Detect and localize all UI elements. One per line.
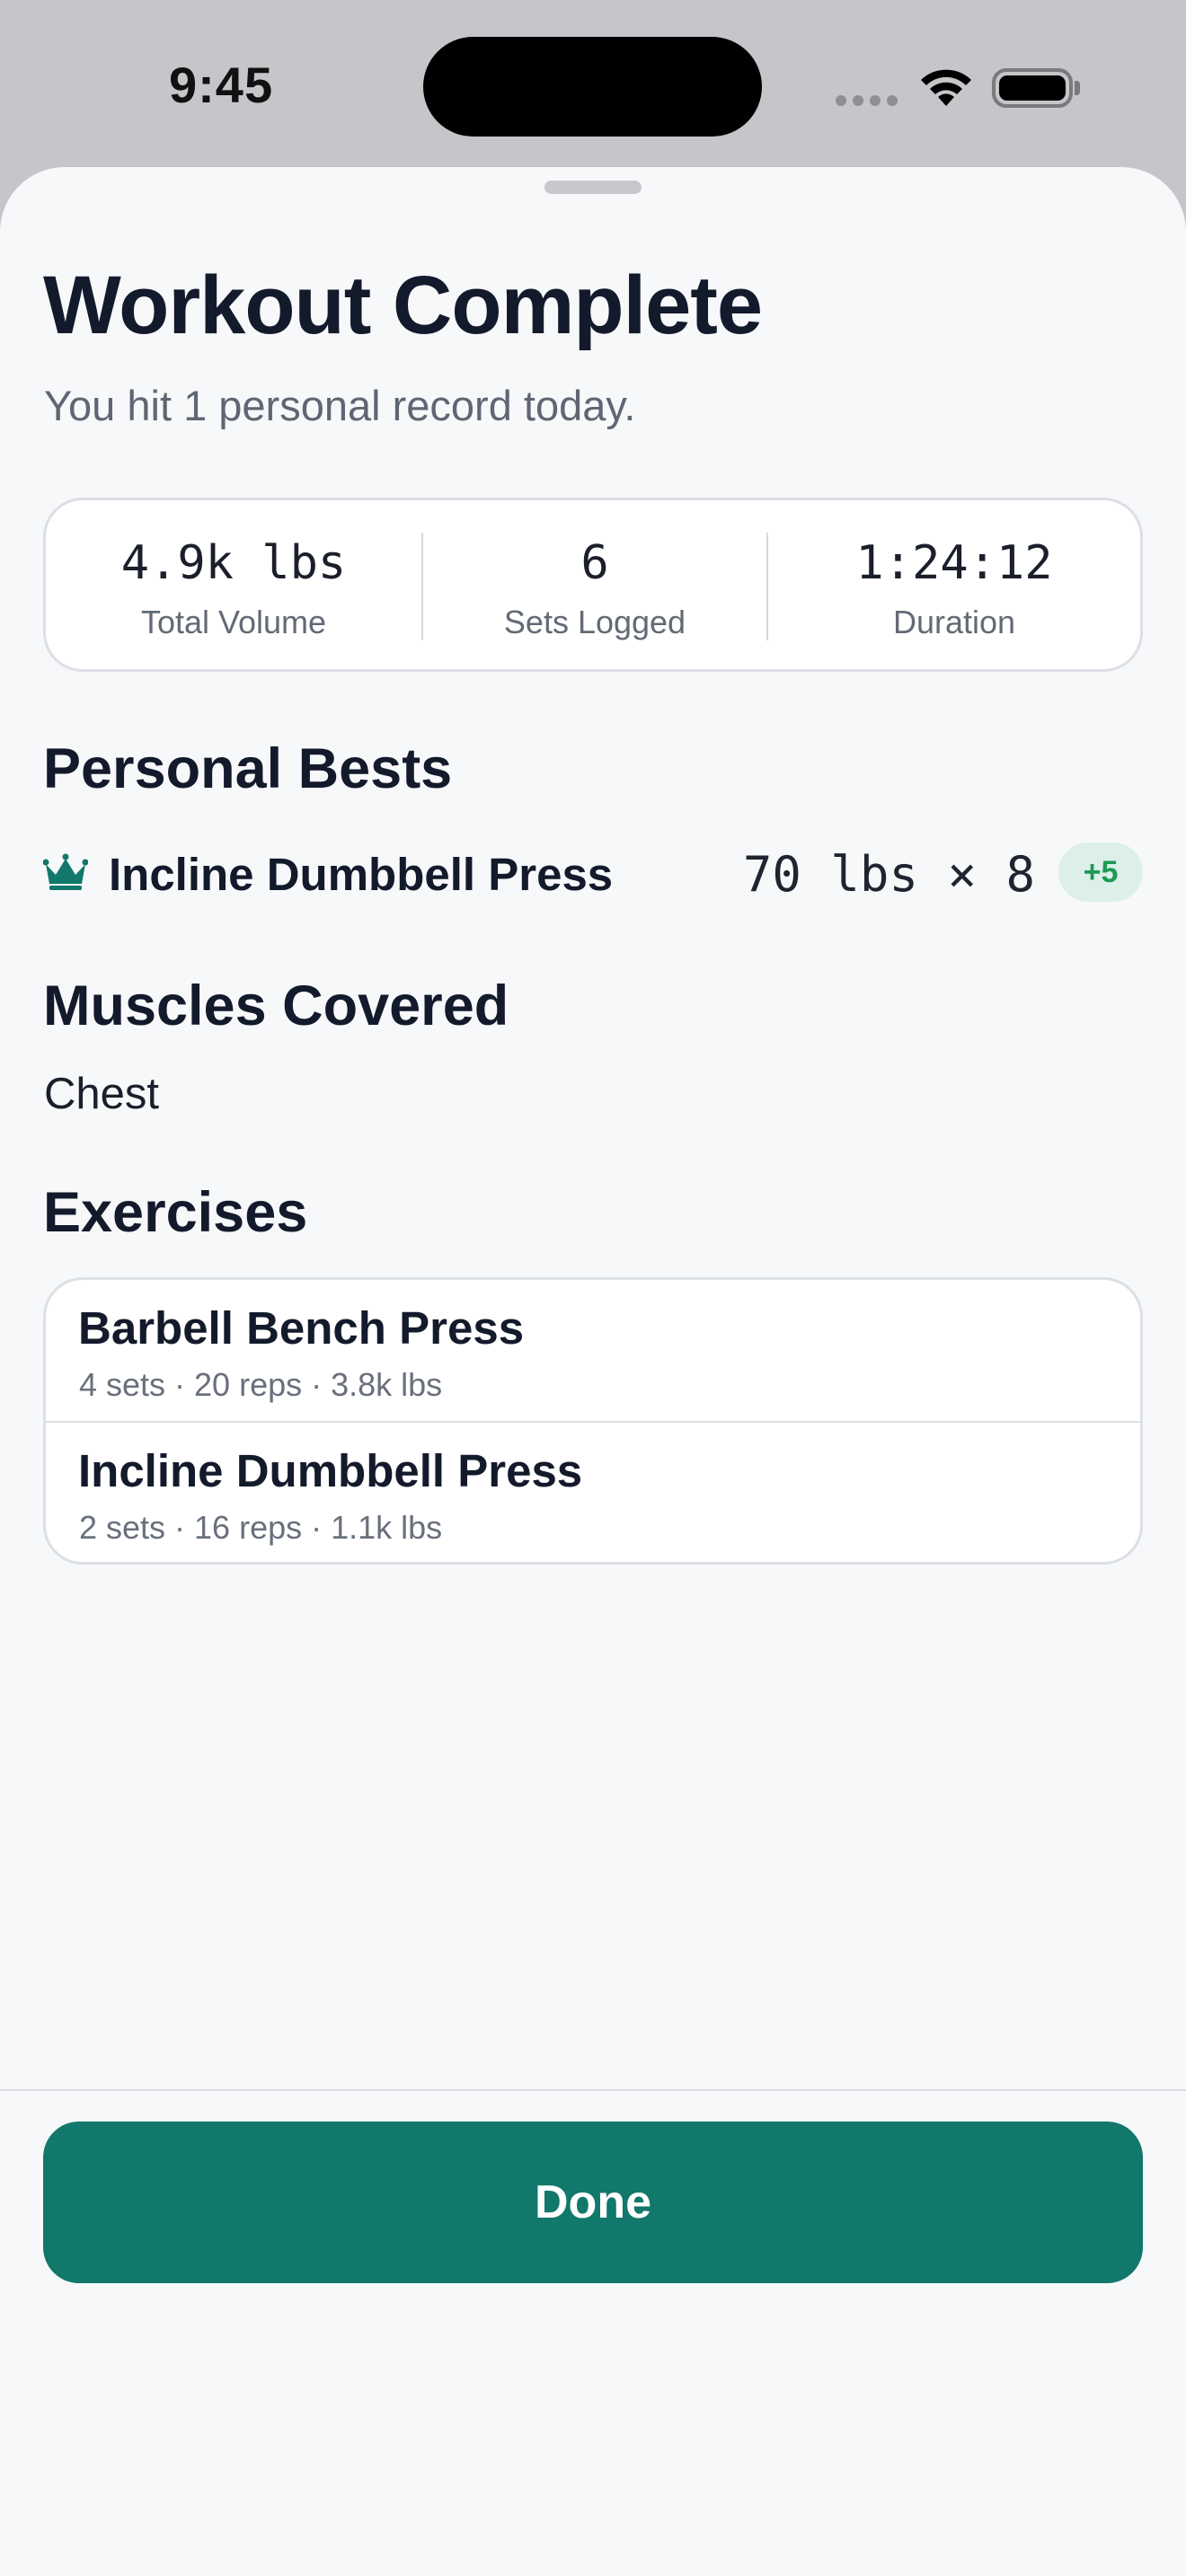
list-item[interactable]: Barbell Bench Press 4 sets · 20 reps · 3… [46,1280,1140,1423]
status-bar: 9:45 [0,0,1186,167]
status-time: 9:45 [169,57,274,113]
exercises-heading: Exercises [43,1181,308,1244]
stat-value: 4.9k lbs [120,536,347,590]
stats-card: 4.9k lbs Total Volume 6 Sets Logged 1:24… [43,498,1143,672]
wifi-icon [921,69,971,106]
stat-value: 6 [580,536,609,590]
stat-sets-logged: 6 Sets Logged [423,500,766,669]
pb-exercise-name: Incline Dumbbell Press [109,849,614,900]
dynamic-island [423,37,762,137]
personal-best-row: Incline Dumbbell Press 70 lbs × 8 +5 [43,841,1143,905]
personal-bests-heading: Personal Bests [43,737,453,800]
exercise-name: Barbell Bench Press [78,1302,525,1354]
battery-icon [992,68,1073,108]
muscles-covered-heading: Muscles Covered [43,975,509,1037]
done-button[interactable]: Done [43,2122,1143,2283]
exercise-name: Incline Dumbbell Press [78,1445,583,1496]
stat-label: Sets Logged [503,604,686,640]
footer-divider [0,2089,1186,2091]
sheet-grabber[interactable] [544,181,642,194]
crown-icon [43,853,88,890]
page-subtitle: You hit 1 personal record today. [44,382,636,429]
page-title: Workout Complete [43,260,763,351]
exercise-meta: 2 sets · 16 reps · 1.1k lbs [79,1509,443,1546]
exercises-list: Barbell Bench Press 4 sets · 20 reps · 3… [43,1277,1143,1565]
pb-improvement-badge: +5 [1058,842,1143,902]
list-item[interactable]: Incline Dumbbell Press 2 sets · 16 reps … [46,1423,1140,1562]
stat-total-volume: 4.9k lbs Total Volume [46,500,421,669]
workout-summary-sheet: Workout Complete You hit 1 personal reco… [0,167,1186,2576]
muscles-covered-value: Chest [44,1070,160,1118]
stat-label: Total Volume [140,604,327,640]
stat-duration: 1:24:12 Duration [768,500,1140,669]
stat-label: Duration [892,604,1016,640]
exercise-meta: 4 sets · 20 reps · 3.8k lbs [79,1366,443,1403]
stat-value: 1:24:12 [855,536,1053,590]
pb-value: 70 lbs × 8 [742,846,1035,903]
cellular-signal-icon [836,95,898,106]
